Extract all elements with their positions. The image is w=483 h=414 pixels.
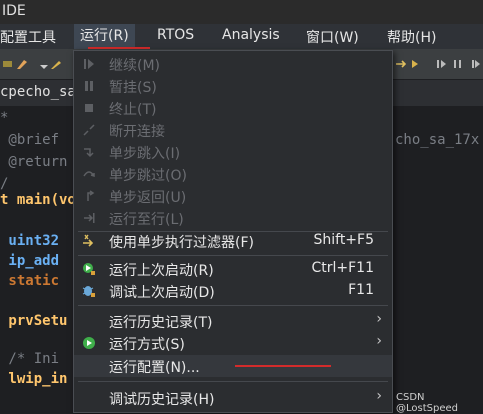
menu-item-label: 运行至行(L) — [109, 212, 184, 228]
menu-analysis[interactable]: Analysis — [222, 27, 280, 43]
build-icon[interactable] — [2, 58, 14, 70]
step-bar-icon[interactable] — [452, 58, 464, 70]
step-return-icon — [87, 190, 95, 201]
next-icon[interactable] — [410, 58, 422, 70]
menu-item-shortcut: F11 — [348, 282, 374, 298]
brush-icon[interactable] — [16, 58, 28, 70]
resume-icon — [84, 59, 94, 69]
menu-run[interactable]: 运行(R) — [74, 24, 135, 49]
code-line: @brief — [0, 132, 60, 148]
step-into-icon — [84, 148, 94, 158]
code-fragment-right: cho_sa_17x — [395, 132, 480, 148]
menu-item-label: 单步跳入(I) — [109, 146, 181, 162]
menu-separator — [78, 305, 388, 306]
step-filter-toolbar-icon[interactable] — [395, 58, 407, 70]
menu-item-suspend[interactable]: 暂挂(S) — [74, 75, 392, 97]
menu-item-label: 运行配置(N)... — [109, 360, 200, 376]
run-last-icon — [83, 263, 95, 275]
menu-item-label: 使用单步执行过滤器(F) — [109, 235, 254, 251]
menu-item-shortcut: Shift+F5 — [313, 232, 374, 248]
step-bar-icon-2[interactable] — [470, 58, 482, 70]
menu-item-disconnect[interactable]: 断开连接 — [74, 119, 392, 141]
menu-separator — [78, 255, 388, 256]
menu-separator — [78, 381, 388, 382]
terminate-icon — [85, 104, 93, 112]
menu-item-run-configurations[interactable]: 运行配置(N)... — [74, 355, 392, 377]
suspend-icon — [85, 81, 93, 91]
code-line: uint32 — [0, 233, 60, 249]
window-title: IDE — [2, 3, 26, 19]
menu-item-run-history[interactable]: 运行历史记录(T) › — [74, 310, 392, 332]
menu-item-label: 断开连接 — [109, 124, 165, 140]
chevron-down-icon[interactable] — [38, 61, 50, 73]
run-to-line-icon — [84, 213, 95, 223]
skip-icon[interactable] — [436, 58, 448, 70]
menu-item-debug-history[interactable]: 调试历史记录(H) › — [74, 387, 392, 409]
chevron-right-icon: › — [376, 388, 382, 404]
title-bar: IDE — [0, 0, 483, 24]
code-line: / — [0, 176, 9, 192]
menu-help[interactable]: 帮助(H) — [387, 27, 436, 47]
menu-item-label: 运行上次启动(R) — [109, 263, 214, 279]
step-filter-icon — [83, 234, 94, 247]
pencil-icon[interactable] — [50, 58, 62, 70]
debug-last-icon — [82, 286, 95, 297]
code-line: /* Ini — [0, 351, 60, 367]
menu-item-label: 单步返回(U) — [109, 190, 187, 206]
menu-item-step-return[interactable]: 单步返回(U) — [74, 185, 392, 207]
code-line: lwip_in — [0, 371, 68, 387]
code-line: static — [0, 273, 60, 289]
menu-item-label: 调试上次启动(D) — [109, 285, 215, 301]
menu-item-debug-last-launch[interactable]: 调试上次启动(D) F11 — [74, 280, 392, 302]
menu-item-run-as[interactable]: 运行方式(S) › — [74, 332, 392, 354]
menu-item-step-into[interactable]: 单步跳入(I) — [74, 141, 392, 163]
menu-bar: 配置工具 运行(R) RTOS Analysis 窗口(W) 帮助(H) — [0, 24, 483, 49]
run-menu-dropdown: 继续(M) 暂挂(S) 终止(T) 断开连接 单步跳入(I) 单步跳过(O) 单… — [73, 50, 393, 413]
run-as-icon — [83, 337, 95, 349]
menu-item-step-filters[interactable]: 使用单步执行过滤器(F) Shift+F5 — [74, 230, 392, 252]
menu-item-label: 运行方式(S) — [109, 337, 185, 353]
menu-item-run-last-launch[interactable]: 运行上次启动(R) Ctrl+F11 — [74, 258, 392, 280]
menu-rtos[interactable]: RTOS — [157, 27, 194, 43]
menu-item-step-over[interactable]: 单步跳过(O) — [74, 163, 392, 185]
editor-tab[interactable]: cpecho_sa — [0, 84, 76, 100]
menu-item-label: 调试历史记录(H) — [109, 392, 215, 408]
menu-item-shortcut: Ctrl+F11 — [311, 260, 374, 276]
menu-item-terminate[interactable]: 终止(T) — [74, 97, 392, 119]
menu-item-label: 终止(T) — [109, 102, 157, 118]
menu-config-tools[interactable]: 配置工具 — [0, 27, 56, 47]
disconnect-icon — [83, 124, 95, 136]
code-line: @return — [0, 154, 68, 170]
menu-item-resume[interactable]: 继续(M) — [74, 53, 392, 75]
step-over-icon — [83, 171, 95, 178]
annotation-underline-run-config — [235, 365, 331, 367]
code-line: ip_add — [0, 253, 60, 269]
code-line: prvSetu — [0, 313, 68, 329]
menu-item-label: 继续(M) — [109, 58, 161, 74]
menu-window[interactable]: 窗口(W) — [306, 27, 359, 47]
chevron-right-icon: › — [376, 333, 382, 349]
menu-item-run-to-line[interactable]: 运行至行(L) — [74, 207, 392, 229]
menu-item-label: 暂挂(S) — [109, 80, 157, 96]
chevron-right-icon: › — [376, 311, 382, 327]
code-line: t main(vo — [0, 192, 76, 208]
code-line: * — [0, 110, 9, 126]
menu-item-label: 运行历史记录(T) — [109, 315, 213, 331]
menu-item-label: 单步跳过(O) — [109, 168, 187, 184]
